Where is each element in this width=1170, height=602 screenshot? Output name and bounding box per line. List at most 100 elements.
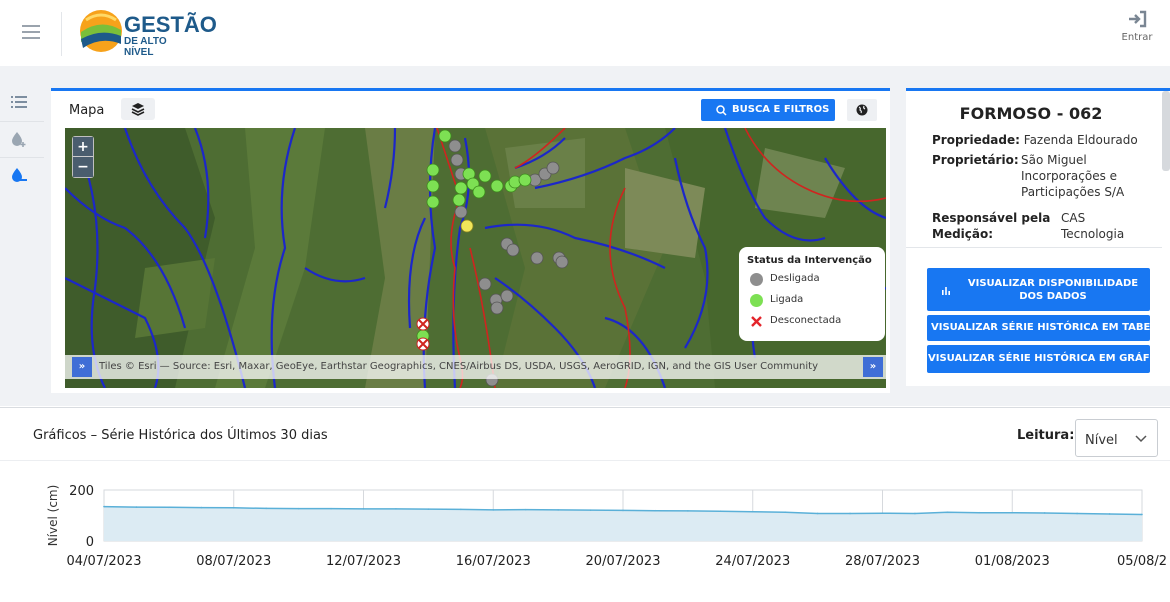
view-table-series-label: VISUALIZAR SÉRIE HISTÓRICA EM TABELAS (931, 322, 1170, 333)
login-label: Entrar (1121, 32, 1153, 43)
legend-label: Desligada (770, 273, 820, 284)
intervention-info-card: FORMOSO - 062 Propriedade: Fazenda Eldou… (906, 88, 1170, 386)
chart-data-point (1043, 512, 1046, 514)
hamburger-menu-icon[interactable] (22, 25, 40, 39)
level-chart: 0 200 Nível (cm) 04/07/2023 08/07/2023 12/07/… (46, 484, 1167, 569)
proprietario-label: Proprietário: (932, 153, 1019, 167)
responsavel-value: CAS Tecnologia (1061, 210, 1124, 242)
attribution-text: Tiles © Esri — Source: Esri, Maxar, GeoE… (99, 361, 818, 372)
chart-data-point (849, 512, 851, 515)
legend-label: Ligada (770, 294, 804, 305)
chart-x-tick-label: 05/08/2 (1117, 554, 1167, 569)
responsavel-value-line: Tecnologia (1061, 227, 1125, 241)
responsavel-value-line: CAS (1061, 211, 1086, 225)
view-availability-button[interactable]: VISUALIZAR DISPONIBILIDADE DOS DADOS (927, 268, 1150, 311)
chart-y-tick-label: 200 (69, 484, 94, 499)
chart-data-point (1076, 512, 1078, 515)
chart-data-point (524, 508, 527, 511)
legend-swatch-off (750, 273, 763, 286)
list-icon (11, 96, 27, 108)
proprietario-value: São Miguel Incorporações e Participações… (1021, 152, 1124, 200)
map-title: Mapa (69, 103, 105, 118)
water-drop-icon (12, 168, 27, 182)
propriedade-row: Propriedade: Fazenda Eldourado (932, 132, 1138, 148)
attribution-collapse-icon[interactable]: » (863, 357, 883, 377)
propriedade-label: Propriedade: (932, 133, 1020, 147)
view-graph-series-button[interactable]: VISUALIZAR SÉRIE HISTÓRICA EM GRÁFICOS (927, 345, 1170, 373)
chart-y-tick-label: 0 (86, 535, 94, 550)
chart-data-point (232, 507, 235, 509)
chart-data-point (297, 507, 300, 510)
propriedade-value: Fazenda Eldourado (1023, 133, 1138, 147)
chart-data-point (330, 507, 332, 510)
globe-icon (856, 104, 868, 116)
chart-x-tick-label: 01/08/2023 (975, 554, 1050, 569)
responsavel-label: Responsável pela Medição: (932, 210, 1050, 242)
chart-data-point (362, 508, 365, 510)
chart-data-point (622, 509, 624, 512)
chart-data-point (1011, 511, 1014, 514)
login-icon (1129, 10, 1147, 28)
zoom-in-button[interactable]: + (73, 137, 93, 157)
proprietario-line: Incorporações e (1021, 169, 1118, 183)
chart-data-point (395, 508, 397, 510)
legend-swatch-on (750, 294, 763, 307)
chart-x-tick-label: 04/07/2023 (67, 554, 142, 569)
map-attribution: » Tiles © Esri — Source: Esri, Maxar, Ge… (65, 355, 886, 379)
chart-x-tick-label: 12/07/2023 (326, 554, 401, 569)
sidenav-item-list[interactable] (0, 86, 44, 122)
chart-data-point (654, 509, 657, 512)
top-bar: GESTÃO DE ALTO NÍVEL Entrar (0, 0, 1170, 66)
legend-title: Status da Intervenção (747, 255, 872, 266)
map-header: Mapa BUSCA E FILTROS (51, 91, 890, 129)
chart-x-tick-label: 20/07/2023 (586, 554, 661, 569)
proprietario-line: São Miguel (1021, 153, 1087, 167)
chart-data-point (914, 512, 916, 515)
legend-item-ligada: Ligada (747, 292, 877, 313)
chart-data-point (492, 509, 495, 511)
view-graph-series-label: VISUALIZAR SÉRIE HISTÓRICA EM GRÁFICOS (928, 353, 1170, 364)
chart-area-fill (104, 506, 1142, 541)
proprietario-line: Participações S/A (1021, 185, 1125, 199)
chart-data-point (168, 506, 170, 509)
map-area[interactable]: + − Status da Intervenção Desligada Liga… (65, 128, 886, 388)
chart-data-point (1108, 513, 1111, 515)
chart-x-tick-label: 28/07/2023 (845, 554, 920, 569)
side-nav (0, 86, 44, 196)
legend-item-desconectada: Desconectada (747, 313, 877, 334)
chart-x-tick-label: 24/07/2023 (715, 554, 790, 569)
chart-data-point (135, 506, 138, 508)
water-drop-plus-icon (12, 132, 26, 147)
layers-button[interactable] (121, 98, 155, 120)
view-table-series-button[interactable]: VISUALIZAR SÉRIE HISTÓRICA EM TABELAS (927, 315, 1170, 341)
search-filters-label: BUSCA E FILTROS (732, 104, 830, 115)
bar-chart-icon (942, 287, 950, 295)
chart-data-point (589, 509, 592, 511)
info-scrollbar[interactable] (1162, 91, 1170, 171)
login-button[interactable]: Entrar (1112, 10, 1162, 54)
chart-data-point (687, 510, 689, 512)
logo-subtitle: DE ALTO NÍVEL (124, 36, 167, 58)
globe-button[interactable] (847, 99, 877, 121)
zoom-control: + − (72, 136, 94, 178)
chart-data-point (460, 508, 462, 511)
top-divider (61, 12, 62, 56)
chart-x-tick-label: 08/07/2023 (196, 554, 271, 569)
chart-data-point (200, 506, 203, 509)
proprietario-label-row: Proprietário: (932, 152, 1019, 168)
logo[interactable]: GESTÃO DE ALTO NÍVEL (78, 8, 217, 58)
sidenav-item-add-water[interactable] (0, 122, 44, 158)
map-legend: Status da Intervenção Desligada Ligada D… (739, 247, 885, 341)
chart-data-point (816, 512, 819, 515)
zoom-out-button[interactable]: − (73, 157, 93, 177)
responsavel-label-line: Responsável pela (932, 211, 1051, 225)
sidenav-item-water[interactable] (0, 158, 44, 194)
chart-data-point (1141, 513, 1143, 516)
chart-data-point (427, 508, 430, 510)
search-filters-button[interactable]: BUSCA E FILTROS (701, 99, 835, 121)
info-divider (906, 247, 1162, 248)
legend-item-desligada: Desligada (747, 271, 877, 292)
attribution-expand-icon[interactable]: » (72, 357, 92, 377)
chart-data-point (979, 511, 981, 514)
layers-icon (131, 103, 145, 116)
